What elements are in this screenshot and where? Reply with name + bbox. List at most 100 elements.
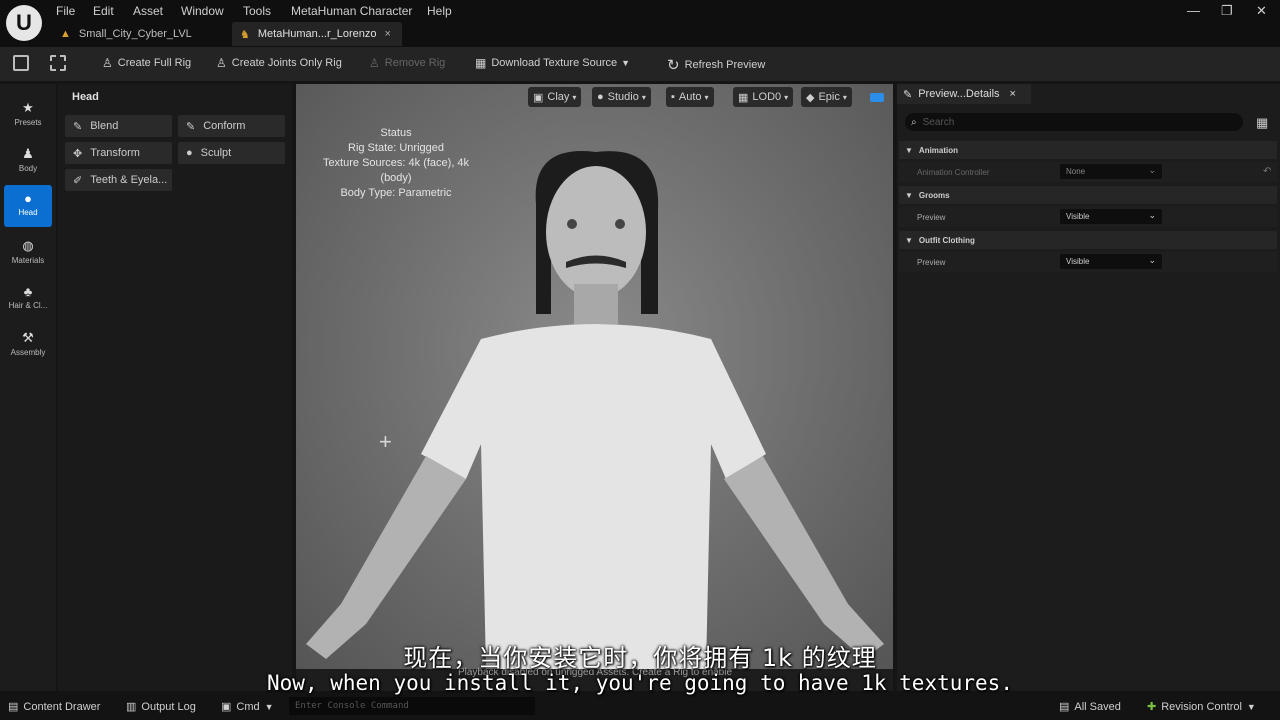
- chevron-down-icon: ▼: [1246, 701, 1256, 712]
- menu-metahuman-character[interactable]: MetaHuman Character: [291, 4, 412, 18]
- tool-conform[interactable]: ✎ Conform: [178, 115, 285, 137]
- menu-asset[interactable]: Asset: [133, 4, 163, 18]
- chevron-down-icon: ⌄: [1148, 255, 1156, 265]
- remove-rig-icon: ♙: [369, 56, 380, 70]
- menu-tools[interactable]: Tools: [243, 4, 271, 18]
- transform-icon: ✥: [73, 147, 83, 160]
- animation-controller-dropdown[interactable]: None ⌄: [1060, 164, 1162, 179]
- section-animation[interactable]: ▼ Animation: [899, 141, 1277, 159]
- button-label: Create Full Rig: [117, 57, 192, 69]
- chevron-down-icon: ▾: [572, 92, 577, 102]
- chevron-down-icon: ▼: [905, 235, 913, 245]
- lighting-button[interactable]: ● Studio ▾: [592, 87, 651, 107]
- view-mode-button[interactable]: ▣ Clay ▾: [528, 87, 582, 107]
- button-label: Download Texture Source: [491, 57, 618, 69]
- rail-label: Body: [18, 164, 38, 173]
- rig-state: Rig State: Unrigged: [348, 142, 444, 154]
- property-animation-controller: Animation Controller None ⌄ ↶: [899, 162, 1277, 182]
- create-joints-rig-button[interactable]: ♙ Create Joints Only Rig: [216, 56, 342, 70]
- section-grooms[interactable]: ▼ Grooms: [899, 186, 1277, 204]
- section-outfit-clothing[interactable]: ▼ Outfit Clothing: [899, 231, 1277, 249]
- close-tab-icon[interactable]: ×: [385, 28, 391, 40]
- maximize-icon[interactable]: ❐: [1221, 3, 1233, 19]
- property-outfit-preview: Preview Visible ⌄: [899, 252, 1277, 272]
- category-rail: ★ Presets ♟ Body ● Head ◍ Materials ♣ Hair & …: [0, 84, 56, 691]
- texture-icon: ▦: [475, 56, 487, 70]
- tab-label: Preview...Details: [918, 88, 1000, 100]
- status-title: Status: [380, 127, 412, 139]
- tool-sculpt[interactable]: ● Sculpt: [178, 142, 285, 164]
- quality-button[interactable]: ◆ Epic ▾: [801, 87, 852, 107]
- create-full-rig-button[interactable]: ♙ Create Full Rig: [102, 56, 191, 70]
- rail-materials[interactable]: ◍ Materials: [4, 232, 52, 274]
- property-label: Animation Controller: [917, 168, 990, 177]
- rail-assembly[interactable]: ⚒ Assembly: [4, 324, 52, 366]
- tools-title: Head: [72, 91, 99, 103]
- grooms-preview-dropdown[interactable]: Visible ⌄: [1060, 209, 1162, 224]
- camera-toggle-icon[interactable]: [870, 93, 884, 102]
- chevron-down-icon: ⌄: [1148, 165, 1156, 175]
- close-tab-icon[interactable]: ×: [1010, 88, 1016, 100]
- unreal-logo-icon[interactable]: U: [6, 5, 42, 41]
- button-label: All Saved: [1074, 700, 1121, 713]
- tab-metahuman[interactable]: ♞ MetaHuman...r_Lorenzo ×: [232, 22, 402, 46]
- close-window-icon[interactable]: ✕: [1256, 3, 1267, 19]
- tool-teeth-eyelashes[interactable]: ✐ Teeth & Eyela...: [65, 169, 172, 191]
- details-search-input[interactable]: ⌕ Search: [905, 113, 1243, 131]
- chevron-down-icon: ▾: [842, 92, 847, 102]
- tool-blend[interactable]: ✎ Blend: [65, 115, 172, 137]
- rail-label: Materials: [11, 256, 45, 265]
- camera-mode-button[interactable]: ▪ Auto ▾: [666, 87, 714, 107]
- camera-icon: ▪: [671, 91, 675, 103]
- remove-rig-button[interactable]: ♙ Remove Rig: [369, 56, 445, 70]
- menu-help[interactable]: Help: [427, 4, 452, 18]
- level-icon: ▲: [60, 28, 71, 40]
- menu-file[interactable]: File: [56, 4, 75, 18]
- section-title: Grooms: [918, 190, 950, 200]
- tool-label: Transform: [90, 147, 140, 159]
- chevron-down-icon: ▼: [264, 701, 274, 712]
- rail-body[interactable]: ♟ Body: [4, 140, 52, 182]
- lod-button[interactable]: ▦ LOD0 ▾: [733, 87, 794, 107]
- rail-head[interactable]: ● Head: [4, 185, 52, 227]
- cmd-dropdown[interactable]: ▣ Cmd ▼: [221, 700, 274, 714]
- download-texture-button[interactable]: ▦ Download Texture Source ▼: [475, 56, 630, 70]
- outfit-preview-dropdown[interactable]: Visible ⌄: [1060, 254, 1162, 269]
- save-icon[interactable]: [13, 55, 29, 71]
- console-input[interactable]: Enter Console Command: [289, 697, 535, 715]
- rail-label: Presets: [14, 118, 42, 127]
- rail-hair-clothing[interactable]: ♣ Hair & Cl...: [4, 278, 52, 320]
- refresh-preview-button[interactable]: ↻ Refresh Preview: [667, 56, 765, 74]
- viewport[interactable]: ▣ Clay ▾ ● Studio ▾ ▪ Auto ▾ ▦ LOD0 ▾ ◆ Epic ▾ Sta…: [296, 84, 893, 669]
- tab-label: Small_City_Cyber_LVL: [78, 28, 192, 40]
- chevron-down-icon: ▼: [621, 58, 631, 68]
- reset-icon[interactable]: ↶: [1263, 166, 1271, 177]
- button-label: Content Drawer: [23, 700, 101, 713]
- content-drawer-button[interactable]: ▤ Content Drawer: [8, 700, 101, 714]
- metahuman-icon: ♞: [240, 28, 250, 41]
- rail-label: Assembly: [10, 348, 46, 357]
- light-icon: ●: [597, 91, 604, 103]
- subtitle-english: Now, when you install it, you're going t…: [267, 671, 1013, 695]
- menu-edit[interactable]: Edit: [93, 4, 114, 18]
- drawer-icon: ▤: [8, 701, 19, 713]
- grid-view-icon[interactable]: ▦: [1256, 115, 1268, 131]
- tab-level[interactable]: ▲ Small_City_Cyber_LVL: [52, 22, 228, 46]
- menu-window[interactable]: Window: [181, 4, 224, 18]
- head-icon: ●: [24, 191, 32, 206]
- minimize-icon[interactable]: —: [1187, 3, 1200, 18]
- section-title: Animation: [918, 145, 959, 155]
- rig-icon: ♙: [102, 56, 113, 70]
- output-log-button[interactable]: ▥ Output Log: [126, 700, 196, 714]
- rail-presets[interactable]: ★ Presets: [4, 94, 52, 136]
- details-tab[interactable]: ✎ Preview...Details ×: [897, 84, 1031, 104]
- property-label: Preview: [917, 213, 946, 222]
- all-saved-indicator[interactable]: ▤ All Saved: [1059, 700, 1121, 714]
- search-placeholder: Search: [922, 116, 955, 128]
- body-icon: ♟: [22, 146, 34, 161]
- browse-icon[interactable]: [50, 55, 66, 71]
- revision-control-button[interactable]: ✚ Revision Control ▼: [1147, 700, 1256, 714]
- tool-transform[interactable]: ✥ Transform: [65, 142, 172, 164]
- dropdown-value: None: [1066, 167, 1086, 176]
- tool-label: Teeth & Eyela...: [90, 174, 168, 186]
